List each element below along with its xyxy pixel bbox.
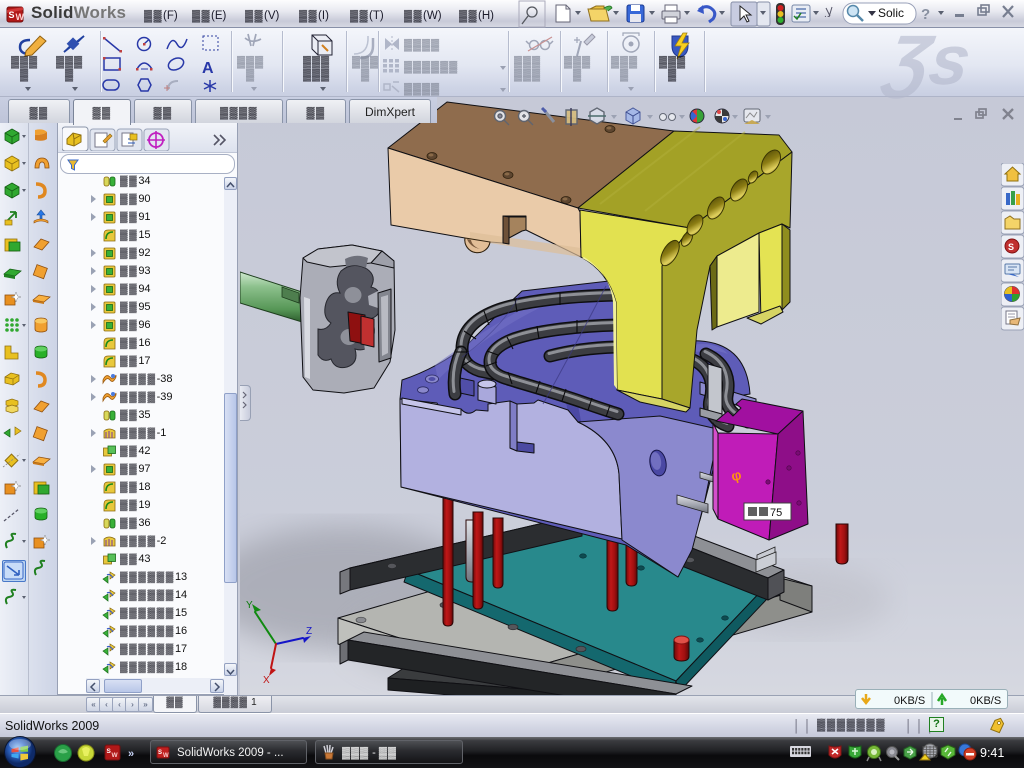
svg-text:»: » bbox=[128, 748, 134, 760]
svg-text:S: S bbox=[1008, 242, 1014, 252]
svg-text:W: W bbox=[163, 753, 169, 759]
svg-text:75: 75 bbox=[770, 507, 782, 519]
svg-text:0KB/S: 0KB/S bbox=[894, 695, 925, 707]
svg-text:X: X bbox=[263, 675, 270, 686]
svg-text:S: S bbox=[158, 750, 162, 756]
svg-text:9:41: 9:41 bbox=[980, 746, 1004, 760]
svg-text:Z: Z bbox=[306, 626, 312, 637]
svg-text:W: W bbox=[16, 12, 25, 22]
svg-text:S: S bbox=[9, 10, 15, 20]
svg-text:Y: Y bbox=[246, 600, 253, 611]
svg-text:W: W bbox=[112, 752, 119, 759]
svg-text:0KB/S: 0KB/S bbox=[970, 695, 1001, 707]
svg-text:A: A bbox=[202, 60, 214, 77]
svg-text:Solic: Solic bbox=[878, 6, 904, 20]
